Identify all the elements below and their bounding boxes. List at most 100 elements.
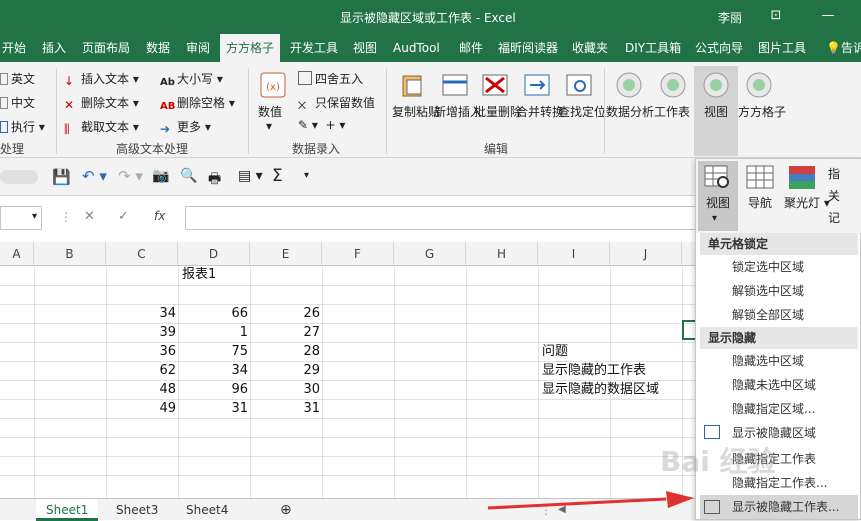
tab-formula-wizard[interactable]: 公式向导 bbox=[695, 34, 743, 62]
camera-icon[interactable]: 📷 bbox=[152, 168, 169, 184]
navigation-button[interactable]: 导航 bbox=[744, 195, 776, 211]
batch-delete-button[interactable]: 批量删除 bbox=[474, 104, 522, 120]
tab-review[interactable]: 审阅 bbox=[186, 34, 210, 62]
cell-c[interactable]: 36 bbox=[106, 342, 176, 361]
tab-foxit[interactable]: 福昕阅读器 bbox=[498, 34, 558, 62]
column-header-g[interactable]: G bbox=[394, 242, 466, 266]
menu-item-hide-selected[interactable]: 隐藏选中区域 bbox=[700, 349, 858, 373]
execute-button[interactable]: 执行 ▾ bbox=[0, 118, 45, 135]
cell-e[interactable]: 30 bbox=[250, 380, 320, 399]
column-header-e[interactable]: E bbox=[250, 242, 322, 266]
cell-d[interactable]: 31 bbox=[178, 399, 248, 418]
menu-item-unlock-selected[interactable]: 解锁选中区域 bbox=[700, 279, 858, 303]
tab-favorites[interactable]: 收藏夹 bbox=[572, 34, 608, 62]
format-button[interactable]: ✎ ▾ + ▾ bbox=[298, 118, 345, 132]
more-button[interactable]: ➔ 更多 ▾ bbox=[160, 118, 211, 136]
cell-c[interactable]: 48 bbox=[106, 380, 176, 399]
chinese-button[interactable]: 中文 bbox=[0, 94, 35, 111]
column-header-d[interactable]: D bbox=[178, 242, 250, 266]
worksheet-button[interactable]: 工作表 bbox=[654, 104, 690, 120]
insert-text-button[interactable]: ↓ 插入文本 ▾ bbox=[64, 70, 139, 88]
column-header-c[interactable]: C bbox=[106, 242, 178, 266]
value-dropdown-icon[interactable]: ▾ bbox=[266, 118, 272, 134]
tab-page-layout[interactable]: 页面布局 bbox=[82, 34, 130, 62]
sum-icon[interactable]: Σ bbox=[272, 166, 283, 186]
toggle-switch[interactable] bbox=[0, 170, 38, 184]
column-header-k[interactable] bbox=[682, 242, 696, 266]
side-item-3[interactable]: 记 bbox=[828, 209, 840, 226]
customize-qat-icon[interactable]: ▾ bbox=[304, 170, 309, 181]
fangfang-button[interactable]: 方方格子 bbox=[738, 104, 786, 120]
cell-e[interactable]: 31 bbox=[250, 399, 320, 418]
cell-note[interactable]: 问题 bbox=[542, 342, 568, 361]
sheet-tab-sheet3[interactable]: Sheet3 bbox=[106, 499, 168, 521]
menu-item-lock-selected[interactable]: 锁定选中区域 bbox=[700, 255, 858, 279]
form-icon[interactable]: ▤ ▾ bbox=[238, 168, 263, 184]
cell-d[interactable]: 96 bbox=[178, 380, 248, 399]
user-name[interactable]: 李丽 bbox=[718, 9, 742, 26]
sheet-tab-sheet4[interactable]: Sheet4 bbox=[176, 499, 238, 521]
ribbon-display-icon[interactable]: ⊡ bbox=[766, 6, 786, 26]
cell-d[interactable]: 1 bbox=[178, 323, 248, 342]
formula-input[interactable] bbox=[185, 206, 705, 230]
tab-developer[interactable]: 开发工具 bbox=[290, 34, 338, 62]
cell-e[interactable]: 28 bbox=[250, 342, 320, 361]
add-sheet-icon[interactable]: ⊕ bbox=[270, 499, 302, 521]
redo-icon[interactable]: ↷ ▾ bbox=[118, 167, 143, 185]
side-item-2[interactable]: 关 bbox=[828, 187, 840, 204]
side-item-1[interactable]: 指 bbox=[828, 165, 840, 182]
tab-mail[interactable]: 邮件 bbox=[459, 34, 483, 62]
name-box-dropdown-icon[interactable]: ▾ bbox=[32, 211, 37, 222]
cell-c[interactable]: 34 bbox=[106, 304, 176, 323]
menu-item-hide-unselected[interactable]: 隐藏未选中区域 bbox=[700, 373, 858, 397]
tab-tell-me[interactable]: 💡告诉 bbox=[826, 34, 861, 62]
merge-convert-button[interactable]: 合并转换 bbox=[516, 104, 564, 120]
column-header-i[interactable]: I bbox=[538, 242, 610, 266]
delete-text-button[interactable]: ✕ 删除文本 ▾ bbox=[64, 94, 139, 112]
menu-item-unlock-all[interactable]: 解锁全部区域 bbox=[700, 303, 858, 327]
column-header-h[interactable]: H bbox=[466, 242, 538, 266]
name-box[interactable]: ▾ bbox=[0, 206, 42, 230]
delete-space-button[interactable]: AB 删除空格 ▾ bbox=[160, 94, 235, 115]
sheet-tab-sheet1[interactable]: Sheet1 bbox=[36, 499, 99, 521]
find-locate-button[interactable]: 查找定位 bbox=[558, 104, 606, 120]
cell-c[interactable]: 49 bbox=[106, 399, 176, 418]
tab-insert[interactable]: 插入 bbox=[42, 34, 66, 62]
tab-data[interactable]: 数据 bbox=[146, 34, 170, 62]
undo-icon[interactable]: ↶ ▾ bbox=[82, 167, 107, 185]
copy-paste-button[interactable]: 复制粘贴 bbox=[392, 104, 440, 120]
enter-icon[interactable]: ✓ bbox=[118, 209, 129, 224]
extract-text-button[interactable]: ⫼ 截取文本 ▾ bbox=[64, 118, 139, 136]
cell-d[interactable]: 75 bbox=[178, 342, 248, 361]
cancel-icon[interactable]: ✕ bbox=[84, 209, 95, 224]
tab-diy[interactable]: DIY工具箱 bbox=[625, 34, 681, 62]
column-header-b[interactable]: B bbox=[34, 242, 106, 266]
tab-fangfang[interactable]: 方方格子 bbox=[220, 34, 281, 62]
english-button[interactable]: 英文 bbox=[0, 70, 35, 87]
cell-c[interactable]: 39 bbox=[106, 323, 176, 342]
round-button[interactable]: 四舍五入 bbox=[298, 70, 363, 87]
tab-picture-tools[interactable]: 图片工具 bbox=[758, 34, 806, 62]
column-header-j[interactable]: J bbox=[610, 242, 682, 266]
tab-view[interactable]: 视图 bbox=[353, 34, 377, 62]
tab-home[interactable]: 开始 bbox=[2, 34, 26, 62]
minimize-icon[interactable]: — bbox=[818, 6, 838, 26]
cell-e[interactable]: 26 bbox=[250, 304, 320, 323]
column-header-a[interactable]: A bbox=[0, 242, 34, 266]
menu-item-show-hidden-sheet[interactable]: 显示被隐藏工作表... bbox=[700, 495, 858, 519]
tab-audtool[interactable]: AudTool bbox=[393, 34, 440, 62]
spotlight-button[interactable]: 聚光灯 ▾ bbox=[784, 195, 830, 211]
cell-e[interactable]: 27 bbox=[250, 323, 320, 342]
cell-c[interactable]: 62 bbox=[106, 361, 176, 380]
cell-e[interactable]: 29 bbox=[250, 361, 320, 380]
data-analysis-button[interactable]: 数据分析 bbox=[606, 104, 654, 120]
menu-item-hide-specified[interactable]: 隐藏指定区域... bbox=[700, 397, 858, 421]
print-icon[interactable]: 🖶 bbox=[208, 168, 221, 192]
print-preview-icon[interactable]: 🔍 bbox=[180, 168, 197, 184]
add-insert-button[interactable]: 新增插入 bbox=[434, 104, 482, 120]
cell-note[interactable]: 显示隐藏的数据区域 bbox=[542, 380, 659, 399]
keep-value-button[interactable]: ⨉ 只保留数值 bbox=[298, 94, 375, 115]
case-button[interactable]: Ab 大小写 ▾ bbox=[160, 70, 223, 91]
cell-d[interactable]: 34 bbox=[178, 361, 248, 380]
cell-title[interactable]: 报表1 bbox=[182, 265, 216, 284]
